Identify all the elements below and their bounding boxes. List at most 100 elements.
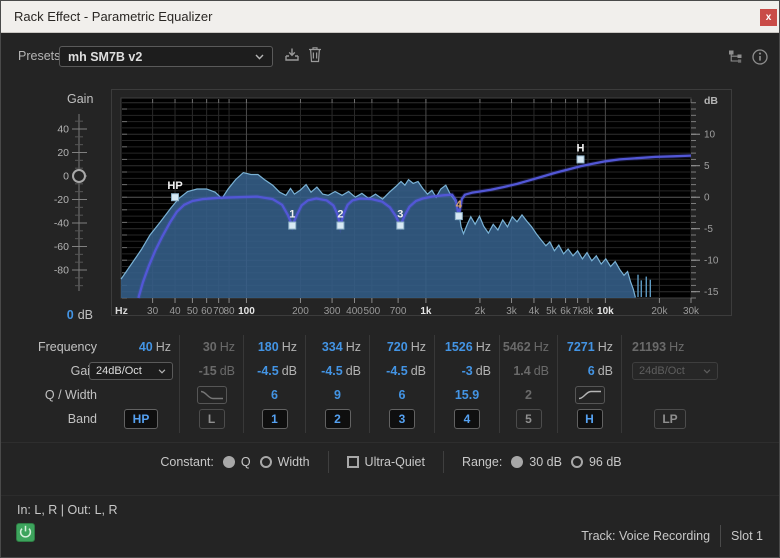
band4-gain-value[interactable]: -3dB	[435, 359, 499, 383]
track-label: Track: Voice Recording	[581, 529, 710, 543]
band4-q-value[interactable]: 15.9	[435, 383, 499, 407]
constant-width-label: Width	[278, 455, 310, 469]
svg-text:-15: -15	[704, 287, 719, 298]
svg-text:8k: 8k	[583, 306, 595, 315]
h-frequency-value[interactable]: 7271Hz	[558, 335, 621, 359]
band3-q-value[interactable]: 6	[370, 383, 434, 407]
range-96db-label: 96 dB	[589, 455, 622, 469]
svg-text:0: 0	[63, 171, 69, 183]
lp-frequency-value[interactable]: 21193Hz	[622, 335, 731, 359]
range-96db-radio[interactable]	[571, 456, 583, 468]
svg-text:-20: -20	[54, 194, 69, 206]
svg-text:2k: 2k	[475, 306, 487, 315]
chevron-down-icon	[703, 369, 711, 374]
l-frequency-value[interactable]: 30Hz	[180, 335, 243, 359]
band-column-l: 30Hz -15dB L	[179, 335, 243, 433]
svg-text:700: 700	[390, 306, 407, 315]
band3-frequency-value[interactable]: 720Hz	[370, 335, 434, 359]
row-label-gain: Gain	[1, 359, 103, 383]
band-toggle-hp[interactable]: HP	[124, 409, 158, 429]
band4-frequency-value[interactable]: 1526Hz	[435, 335, 499, 359]
band2-gain-value[interactable]: -4.5dB	[306, 359, 369, 383]
band-toggle-l[interactable]: L	[199, 409, 225, 429]
l-shelf-shape-button[interactable]	[197, 386, 227, 404]
band5-frequency-value[interactable]: 5462Hz	[500, 335, 557, 359]
band2-frequency-value[interactable]: 334Hz	[306, 335, 369, 359]
gain-value: 0	[67, 308, 74, 322]
save-icon	[284, 47, 300, 63]
band2-q-value[interactable]: 9	[306, 383, 369, 407]
band1-q-value[interactable]: 6	[244, 383, 305, 407]
svg-text:20k: 20k	[651, 306, 668, 315]
io-label: In: L, R | Out: L, R	[17, 503, 118, 517]
save-preset-button[interactable]	[284, 47, 300, 63]
l-gain-value[interactable]: -15dB	[180, 359, 243, 383]
band5-q-value[interactable]: 2	[500, 383, 557, 407]
band-column-h: 7271Hz 6dB H	[557, 335, 621, 433]
titlebar[interactable]: Rack Effect - Parametric Equalizer x	[1, 1, 779, 33]
band-toggle-h[interactable]: H	[577, 409, 603, 429]
svg-text:dB: dB	[704, 95, 718, 107]
routing-icon	[728, 49, 743, 64]
svg-text:40: 40	[57, 124, 69, 136]
svg-text:0: 0	[704, 193, 710, 204]
svg-text:400: 400	[346, 306, 363, 315]
gain-readout: 0 dB	[39, 308, 93, 322]
band-toggle-lp[interactable]: LP	[654, 409, 686, 429]
svg-text:-80: -80	[54, 265, 69, 277]
band-toggle-1[interactable]: 1	[262, 409, 288, 429]
hp-slope-dropdown[interactable]: 24dB/Oct	[89, 362, 173, 380]
range-30db-radio[interactable]	[511, 456, 523, 468]
rack-effect-window: Rack Effect - Parametric Equalizer x Pre…	[0, 0, 780, 558]
options-separator	[1, 442, 780, 443]
slot-label: Slot 1	[731, 529, 763, 543]
ultra-quiet-checkbox[interactable]	[347, 456, 359, 468]
band-toggle-4[interactable]: 4	[454, 409, 480, 429]
band-column-lp: 21193Hz 24dB/Oct LP	[621, 335, 731, 433]
constant-q-radio[interactable]	[223, 456, 235, 468]
band1-frequency-value[interactable]: 180Hz	[244, 335, 305, 359]
presets-dropdown[interactable]: mh SM7B v2	[59, 46, 273, 67]
band3-gain-value[interactable]: -4.5dB	[370, 359, 434, 383]
svg-text:-60: -60	[54, 241, 69, 253]
band-toggle-3[interactable]: 3	[389, 409, 415, 429]
hp-frequency-value[interactable]: 40Hz	[103, 335, 179, 359]
close-button[interactable]: x	[760, 9, 777, 26]
info-button[interactable]	[751, 48, 769, 66]
band-column-2: 334Hz -4.5dB 9 2	[305, 335, 369, 433]
band-column-3: 720Hz -4.5dB 6 3	[369, 335, 434, 433]
delete-preset-button[interactable]	[308, 46, 322, 63]
svg-text:10k: 10k	[597, 306, 614, 315]
band-column-1: 180Hz -4.5dB 6 1	[243, 335, 305, 433]
high-shelf-icon	[577, 388, 603, 402]
band-toggle-2[interactable]: 2	[325, 409, 351, 429]
gain-slider-knob[interactable]	[73, 170, 85, 182]
svg-text:300: 300	[324, 306, 341, 315]
svg-text:80: 80	[223, 306, 235, 315]
gain-slider[interactable]: 40200-20-40-60-80	[13, 104, 108, 304]
band-toggle-5[interactable]: 5	[516, 409, 542, 429]
footer-separator	[1, 495, 780, 496]
h-shelf-shape-button[interactable]	[575, 386, 605, 404]
options-row: Constant: Q Width Ultra-Quiet Range: 30 …	[1, 448, 780, 476]
svg-text:3k: 3k	[506, 306, 518, 315]
routing-button[interactable]	[728, 49, 743, 64]
lp-slope-dropdown[interactable]: 24dB/Oct	[632, 362, 718, 380]
svg-text:10: 10	[704, 130, 716, 141]
eq-graph[interactable]: dB1050-5-10-15Hz304050607080100200300400…	[112, 90, 731, 315]
chevron-down-icon	[255, 54, 264, 60]
range-30db-label: 30 dB	[529, 455, 562, 469]
svg-text:30: 30	[147, 306, 159, 315]
band1-gain-value[interactable]: -4.5dB	[244, 359, 305, 383]
gain-unit: dB	[78, 308, 93, 322]
svg-text:4k: 4k	[529, 306, 541, 315]
svg-text:20: 20	[57, 147, 69, 159]
constant-label: Constant:	[160, 455, 214, 469]
constant-width-radio[interactable]	[260, 456, 272, 468]
trash-icon	[308, 46, 322, 63]
ultra-quiet-label: Ultra-Quiet	[365, 455, 425, 469]
band5-gain-value[interactable]: 1.4dB	[500, 359, 557, 383]
power-toggle-button[interactable]	[16, 523, 35, 542]
band-column-4: 1526Hz -3dB 15.9 4	[434, 335, 499, 433]
h-gain-value[interactable]: 6dB	[558, 359, 621, 383]
